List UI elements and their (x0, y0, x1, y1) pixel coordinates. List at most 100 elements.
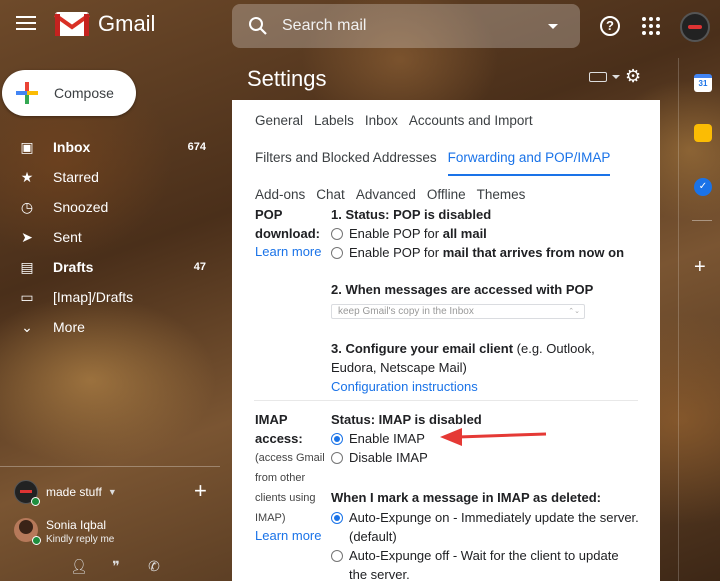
hangouts-account-name: made stuff (46, 485, 102, 499)
chevron-down-icon: ⌄ (21, 318, 33, 335)
option-bold: all mail (442, 226, 487, 241)
send-icon: ➤ (21, 228, 33, 245)
chevron-down-icon[interactable]: ▼ (108, 487, 117, 497)
disable-imap-option[interactable]: Disable IMAP (331, 448, 639, 467)
radio-pop-from-now[interactable] (331, 246, 343, 259)
person-icon[interactable]: 👤︎ (70, 558, 88, 574)
search-icon[interactable] (248, 16, 268, 36)
sidebar-item-label: Inbox (53, 139, 91, 155)
sidebar-item-inbox[interactable]: ▣ Inbox 674 (0, 132, 220, 162)
radio-expunge-off[interactable] (331, 550, 343, 562)
gmail-logo[interactable]: Gmail (54, 10, 155, 38)
sidebar-item-label: More (53, 319, 85, 335)
sidebar-item-label: Snoozed (53, 199, 109, 215)
contact-name: Sonia Iqbal (46, 518, 107, 532)
label-icon: ▭ (20, 288, 34, 305)
pop-label-line1: POP (255, 207, 283, 222)
calendar-icon[interactable]: 31 (694, 74, 712, 92)
compose-button[interactable]: Compose (2, 70, 136, 116)
sidebar-item-sent[interactable]: ➤ Sent (0, 222, 220, 252)
app-name: Gmail (98, 11, 156, 36)
settings-tabs-row-2: Filters and Blocked Addresses Forwarding… (232, 139, 611, 176)
sidebar-item-starred[interactable]: ★ Starred (0, 162, 220, 192)
tab-inbox[interactable]: Inbox (365, 102, 398, 139)
side-panel-divider (692, 220, 712, 221)
sidebar-item-label: Starred (53, 169, 99, 185)
pop-all-mail-option[interactable]: Enable POP for all mail (331, 224, 624, 243)
imap-label-line2: access: (255, 431, 303, 446)
keyboard-icon[interactable] (589, 72, 607, 82)
option-prefix: Enable POP for (349, 226, 440, 241)
pop-label: POP download: (255, 205, 320, 243)
sidebar-item-more[interactable]: ⌄ More (0, 312, 220, 342)
pop-from-now-option[interactable]: Enable POP for mail that arrives from no… (331, 243, 624, 262)
search-bar[interactable]: Search mail (232, 4, 580, 48)
keep-icon[interactable] (694, 124, 712, 142)
annotation-arrow-icon (440, 428, 547, 446)
contact-avatar (14, 518, 41, 545)
option-prefix: Enable POP for (349, 245, 440, 260)
pop-options: 1. Status: POP is disabled Enable POP fo… (331, 205, 624, 396)
sidebar-divider (0, 466, 220, 467)
pop-action-select[interactable]: keep Gmail's copy in the Inbox (331, 304, 585, 319)
imap-note-line1: (access Gmail (255, 452, 325, 464)
draft-icon: ▤ (20, 258, 34, 275)
tab-accounts-import[interactable]: Accounts and Import (409, 102, 533, 139)
radio-disable-imap[interactable] (331, 451, 343, 464)
online-status-icon (32, 536, 41, 545)
compose-plus-icon (16, 82, 38, 104)
radio-expunge-on[interactable] (331, 512, 343, 524)
radio-enable-imap[interactable] (331, 432, 343, 445)
imap-note: (access Gmail from other clients using I… (255, 448, 325, 528)
page-title: Settings (247, 66, 327, 91)
chat-quote-icon[interactable]: ❞ (108, 558, 124, 574)
pop-step2-heading: 2. When messages are accessed with POP (331, 282, 594, 297)
account-avatar[interactable] (680, 12, 710, 42)
chevron-down-icon[interactable] (612, 75, 620, 79)
tab-general[interactable]: General (255, 102, 303, 139)
configuration-instructions-link[interactable]: Configuration instructions (331, 379, 478, 394)
compose-label: Compose (54, 85, 114, 101)
tab-filters[interactable]: Filters and Blocked Addresses (255, 139, 437, 176)
imap-note-line2: from other (255, 472, 306, 484)
sidebar-item-label: Drafts (53, 259, 94, 275)
imap-label-line1: IMAP (255, 412, 288, 427)
main-menu-icon[interactable] (16, 16, 36, 34)
phone-icon[interactable]: ✆ (146, 558, 162, 574)
radio-pop-all-mail[interactable] (331, 227, 343, 240)
sidebar-item-label: Sent (53, 229, 82, 245)
expunge-off-label: Auto-Expunge off - Wait for the client t… (349, 548, 619, 581)
pop-status: 1. Status: POP is disabled (331, 207, 492, 222)
search-input[interactable]: Search mail (282, 17, 548, 35)
expunge-on-option[interactable]: Auto-Expunge on - Immediately update the… (331, 508, 639, 546)
pop-learn-more-link[interactable]: Learn more (255, 242, 321, 261)
pop-step3: 3. Configure your email client (e.g. Out… (331, 339, 624, 396)
search-options-icon[interactable] (548, 23, 558, 29)
side-panel: 31 ✓ + (678, 58, 720, 581)
imap-status: Status: IMAP is disabled (331, 412, 482, 427)
add-addon-plus-icon[interactable]: + (694, 256, 706, 279)
unread-count: 674 (187, 141, 206, 153)
sidebar-item-label: [Imap]/Drafts (53, 289, 134, 305)
sidebar-item-drafts[interactable]: ▤ Drafts 47 (0, 252, 220, 282)
option-bold: mail that arrives from now on (442, 245, 625, 260)
imap-learn-more-link[interactable]: Learn more (255, 526, 321, 545)
imap-label: IMAP access: (255, 410, 303, 448)
settings-panel: General Labels Inbox Accounts and Import… (232, 100, 660, 581)
hangouts-contact[interactable]: Sonia Iqbal Kindly reply me (14, 518, 114, 545)
sidebar-item-imap-drafts[interactable]: ▭ [Imap]/Drafts (0, 282, 220, 312)
hangouts-account[interactable]: made stuff ▼ (14, 480, 117, 506)
apps-grid-icon[interactable] (642, 17, 660, 35)
sidebar-item-snoozed[interactable]: ◷ Snoozed (0, 192, 220, 222)
gear-icon[interactable]: ⚙ (625, 66, 641, 87)
tasks-icon[interactable]: ✓ (694, 178, 712, 196)
tab-forwarding-pop-imap[interactable]: Forwarding and POP/IMAP (447, 139, 611, 176)
imap-note-line3: clients using (255, 492, 316, 504)
new-chat-plus-icon[interactable]: + (194, 478, 207, 504)
pop-step3-rest2: Eudora, Netscape Mail) (331, 360, 467, 375)
pop-step3-rest: (e.g. Outlook, (513, 341, 595, 356)
help-icon[interactable]: ? (600, 16, 620, 36)
tab-labels[interactable]: Labels (314, 102, 354, 139)
section-divider (254, 400, 638, 401)
expunge-off-option[interactable]: Auto-Expunge off - Wait for the client t… (331, 546, 639, 581)
